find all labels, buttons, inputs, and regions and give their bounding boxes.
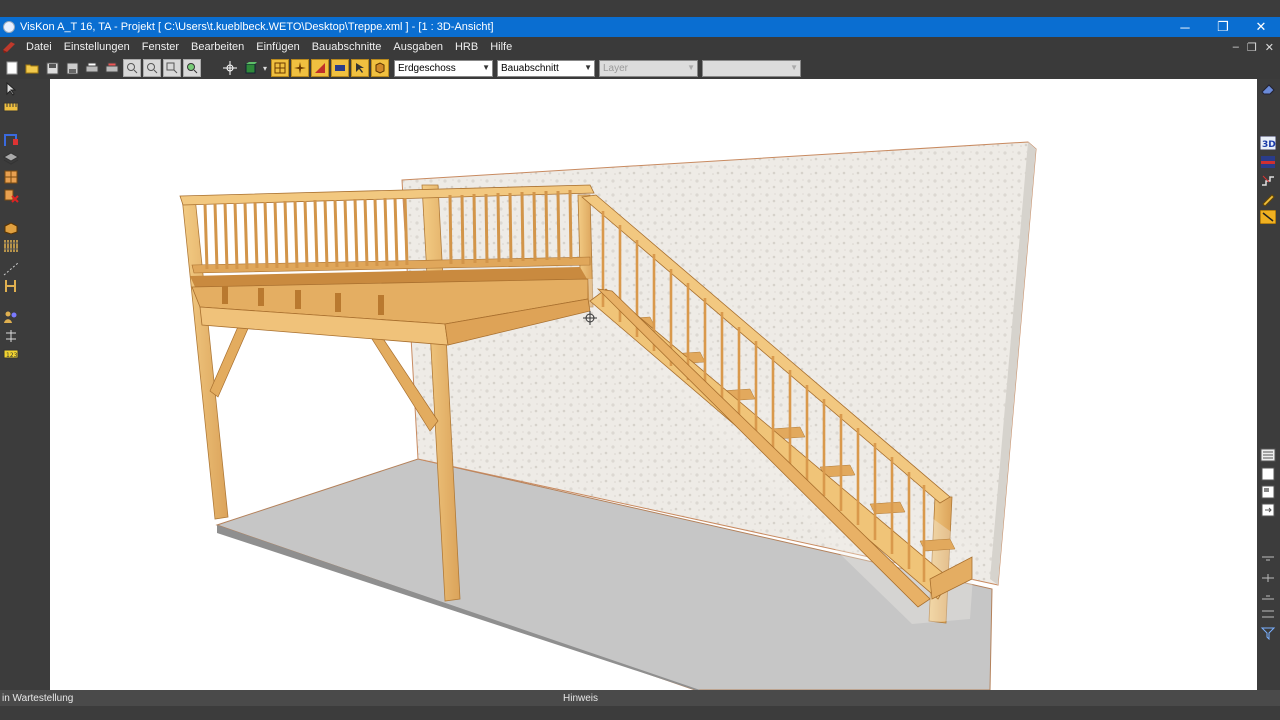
restore-button[interactable]: ❐ bbox=[1204, 17, 1242, 37]
extra-select[interactable]: ▼ bbox=[702, 59, 801, 77]
svg-text:3D: 3D bbox=[1262, 140, 1276, 150]
cube-icon[interactable] bbox=[241, 59, 259, 77]
window-grid-icon[interactable] bbox=[3, 170, 19, 184]
section-select[interactable]: Bauabschnitt ▼ bbox=[497, 59, 595, 77]
chair-icon[interactable] bbox=[3, 279, 19, 293]
pencil-icon[interactable] bbox=[1260, 192, 1276, 206]
measure-tape-icon[interactable]: 123 bbox=[3, 347, 19, 361]
app-icon bbox=[3, 21, 15, 33]
chevron-down-icon: ▼ bbox=[584, 62, 592, 72]
menu-bearbeiten[interactable]: Bearbeiten bbox=[185, 41, 250, 53]
left-tool-palette: 123 bbox=[0, 79, 24, 690]
section-view-icon[interactable] bbox=[1260, 155, 1276, 169]
stair-profile-icon[interactable] bbox=[3, 133, 19, 147]
diagonal-tool-icon[interactable] bbox=[1260, 210, 1276, 224]
select-arrow-icon[interactable] bbox=[3, 82, 19, 96]
minimize-button[interactable]: ─ bbox=[1166, 17, 1204, 37]
save-icon[interactable] bbox=[43, 59, 61, 77]
rafters-icon[interactable] bbox=[3, 239, 19, 253]
align-bottom-icon[interactable] bbox=[1260, 589, 1276, 603]
hint-text: Hinweis bbox=[563, 693, 599, 704]
delete-element-icon[interactable] bbox=[3, 189, 19, 203]
mdi-close-button[interactable]: ✕ bbox=[1265, 41, 1274, 54]
floor-select[interactable]: Erdgeschoss ▼ bbox=[394, 59, 493, 77]
menu-bauabschnitte[interactable]: Bauabschnitte bbox=[306, 41, 388, 53]
main-toolbar: ▾ Erdgeschoss ▼ Bauabschnitt ▼ Layer ▼ ▼ bbox=[0, 57, 1280, 79]
new-file-icon[interactable] bbox=[3, 59, 21, 77]
crosshair-icon[interactable] bbox=[221, 59, 239, 77]
zoom-in-icon[interactable] bbox=[123, 59, 141, 77]
align-spread-icon[interactable] bbox=[1260, 607, 1276, 621]
filter-icon[interactable] bbox=[1260, 626, 1276, 640]
mdi-minimize-button[interactable]: – bbox=[1233, 41, 1239, 54]
view-3d-icon[interactable]: 3D bbox=[1260, 136, 1276, 150]
menu-hilfe[interactable]: Hilfe bbox=[484, 41, 518, 53]
page-export-icon[interactable] bbox=[1260, 503, 1276, 517]
triangle-red-icon[interactable] bbox=[311, 59, 329, 77]
stair-3d-model bbox=[179, 141, 1037, 690]
beam-icon[interactable] bbox=[331, 59, 349, 77]
3d-viewport[interactable] bbox=[50, 79, 1257, 690]
list-view-icon[interactable] bbox=[1260, 448, 1276, 462]
title-bar: VisKon A_T 16, TA - Projekt [ C:\Users\t… bbox=[0, 17, 1280, 37]
mdi-controls: – ❐ ✕ bbox=[1233, 41, 1280, 54]
application-window: VisKon A_T 16, TA - Projekt [ C:\Users\t… bbox=[0, 0, 1280, 720]
block-icon[interactable] bbox=[3, 221, 19, 235]
status-bar: in Wartestellung Hinweis bbox=[0, 690, 1280, 706]
layer-select-placeholder: Layer bbox=[603, 62, 629, 74]
status-text: in Wartestellung bbox=[2, 693, 74, 704]
align-top-icon[interactable] bbox=[1260, 553, 1276, 567]
open-folder-icon[interactable] bbox=[23, 59, 41, 77]
menu-fenster[interactable]: Fenster bbox=[136, 41, 185, 53]
menu-hrb[interactable]: HRB bbox=[449, 41, 484, 53]
chevron-down-icon: ▼ bbox=[790, 62, 798, 72]
zoom-window-icon[interactable] bbox=[163, 59, 181, 77]
right-tool-palette: 3D bbox=[1257, 79, 1280, 690]
menu-einstellungen[interactable]: Einstellungen bbox=[58, 41, 136, 53]
menu-datei[interactable]: Datei bbox=[20, 41, 58, 53]
stair-edit-icon[interactable] bbox=[1260, 173, 1276, 187]
menu-einfuegen[interactable]: Einfügen bbox=[250, 41, 305, 53]
layer-select[interactable]: Layer ▼ bbox=[599, 59, 698, 77]
menu-ausgaben[interactable]: Ausgaben bbox=[387, 41, 449, 53]
pointer-icon[interactable] bbox=[351, 59, 369, 77]
save-all-icon[interactable] bbox=[63, 59, 81, 77]
dropdown-arrow-icon[interactable]: ▾ bbox=[261, 59, 269, 77]
blank-page-icon[interactable] bbox=[1260, 467, 1276, 481]
eraser-icon[interactable] bbox=[1260, 82, 1276, 96]
zoom-extents-icon[interactable] bbox=[183, 59, 201, 77]
align-middle-icon[interactable] bbox=[1260, 571, 1276, 585]
document-menu-icon[interactable] bbox=[2, 40, 16, 54]
window-title: VisKon A_T 16, TA - Projekt [ C:\Users\t… bbox=[20, 21, 494, 33]
print-icon[interactable] bbox=[83, 59, 101, 77]
layers-icon[interactable] bbox=[3, 152, 19, 166]
box-icon[interactable] bbox=[371, 59, 389, 77]
dashed-line-icon[interactable] bbox=[3, 262, 19, 276]
mdi-restore-button[interactable]: ❐ bbox=[1247, 41, 1257, 54]
menu-bar: Datei Einstellungen Fenster Bearbeiten E… bbox=[0, 37, 1280, 57]
page-layout-icon[interactable] bbox=[1260, 485, 1276, 499]
svg-text:123: 123 bbox=[6, 352, 18, 359]
sparkle-icon[interactable] bbox=[291, 59, 309, 77]
wall-grid-icon[interactable] bbox=[271, 59, 289, 77]
chevron-down-icon: ▼ bbox=[482, 62, 490, 72]
ruler-icon[interactable] bbox=[3, 100, 19, 114]
zoom-out-icon[interactable] bbox=[143, 59, 161, 77]
floor-select-value: Erdgeschoss bbox=[398, 62, 456, 74]
close-button[interactable]: ✕ bbox=[1242, 17, 1280, 37]
section-select-value: Bauabschnitt bbox=[501, 62, 559, 74]
print-preview-icon[interactable] bbox=[103, 59, 121, 77]
chevron-down-icon: ▼ bbox=[687, 62, 695, 72]
connection-icon[interactable] bbox=[3, 329, 19, 343]
people-icon[interactable] bbox=[3, 310, 19, 324]
